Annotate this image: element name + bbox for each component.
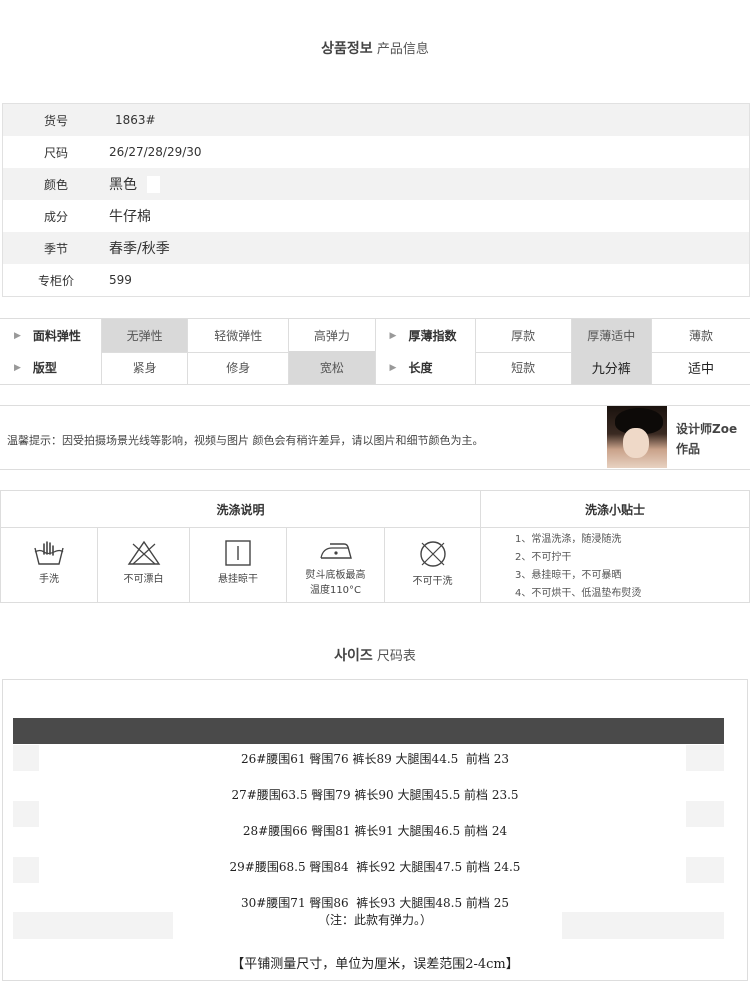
title-korean: 상품정보 [321, 41, 373, 57]
triangle-right-icon: ▶ [389, 362, 397, 373]
info-row-sku: 货号 1863# [3, 104, 749, 136]
color-swatch [147, 175, 160, 193]
info-value: 26/27/28/29/30 [109, 145, 202, 159]
size-footer: 【平铺测量尺寸，单位为厘米，误差范围2-4cm】 [231, 957, 519, 972]
washing-tips-list: 1、常温洗涤，随浸随洗 2、不可拧干 3、悬挂晾干，不可暴晒 4、不可烘干、低温… [515, 531, 641, 603]
tip-item: 3、悬挂晾干，不可暴晒 [515, 570, 622, 581]
washing-tips-title: 洗涤小贴士 [481, 491, 749, 528]
info-row-material: 成分 牛仔棉 [3, 200, 749, 232]
wash-label: 手洗 [39, 574, 59, 585]
designer-name: 设计师Zoe [676, 422, 738, 436]
info-label: 尺码 [43, 145, 68, 160]
size-chart-header-bar [13, 718, 724, 744]
size-chart-title: 사이즈 尺码表 [0, 645, 750, 665]
title-chinese: 产品信息 [376, 42, 429, 57]
info-label: 季节 [43, 241, 68, 256]
designer-avatar [607, 406, 667, 468]
attr-option-medium-thickness: 厚薄适中 [571, 319, 652, 352]
wash-cell-hang-dry: 悬挂晾干 [190, 528, 287, 603]
washing-instructions: 洗涤说明 洗涤小贴士 手洗 不可漂白 悬挂晾干 熨斗底板最高 温度110°C 不… [0, 490, 750, 603]
attr-option-slim: 修身 [188, 351, 290, 384]
info-label: 货号 [43, 113, 68, 128]
attr-option-thick: 厚款 [476, 319, 572, 352]
attr-header-fit: ▶ 版型 [0, 351, 103, 384]
attr-header-thickness: ▶ 厚薄指数 [375, 319, 476, 352]
size-note: （注：此款有弹力。） [317, 913, 432, 927]
info-label: 专柜价 [37, 273, 74, 288]
product-info-title: 상품정보 产品信息 [0, 38, 750, 58]
size-row-28: 28#腰围66 臀围81 裤长91 大腿围46.5 前档 24 [242, 824, 508, 838]
hand-wash-icon [34, 541, 64, 565]
info-label: 成分 [43, 209, 68, 224]
attr-option-skinny: 紧身 [102, 351, 189, 384]
designer-works: 作品 [676, 442, 701, 456]
info-value: 1863# [115, 113, 156, 127]
no-bleach-icon [127, 540, 160, 565]
size-title-chinese: 尺码表 [376, 649, 416, 664]
size-row-29: 29#腰围68.5 臀围84 裤长92 大腿围47.5 前档 24.5 [229, 860, 521, 874]
info-row-color: 颜色 黑色 [3, 168, 749, 200]
wash-label: 熨斗底板最高 [305, 570, 366, 581]
attr-option-short: 短款 [476, 351, 572, 384]
product-info-table: 货号 1863# 尺码 26/27/28/29/30 颜色 黑色 成分 牛仔棉 … [2, 103, 750, 297]
wash-cell-hand-wash: 手洗 [1, 528, 98, 603]
size-row-30: 30#腰围71 臀围86 裤长93 大腿围48.5 前档 25 [240, 896, 509, 910]
attr-header-length: ▶ 长度 [375, 351, 476, 384]
iron-icon [319, 543, 352, 559]
info-label: 颜色 [43, 177, 68, 192]
triangle-right-icon: ▶ [14, 330, 21, 341]
tip-item: 4、不可烘干、低温垫布熨烫 [515, 588, 642, 599]
info-row-price: 专柜价 599 [3, 264, 749, 296]
info-value: 599 [109, 273, 132, 287]
attr-option-regular-length: 适中 [687, 362, 714, 377]
info-row-size: 尺码 26/27/28/29/30 [3, 136, 749, 168]
attribute-row-fit-length: ▶ 版型 紧身 修身 宽松 ▶ 长度 短款 九分裤 适中 [0, 351, 750, 385]
no-dry-clean-icon [419, 541, 446, 567]
wash-cell-iron: 熨斗底板最高 温度110°C [287, 528, 385, 603]
size-row-27: 27#腰围63.5 臀围79 裤长90 大腿围45.5 前档 23.5 [231, 788, 519, 802]
wash-label-temperature: 温度110°C [309, 585, 362, 596]
washing-title: 洗涤说明 [1, 491, 481, 528]
attr-option-slight-stretch: 轻微弹性 [188, 319, 290, 352]
attr-option-thin: 薄款 [688, 329, 713, 343]
attr-header-elasticity: ▶ 面料弹性 [0, 319, 103, 352]
notice-text: 温馨提示：因受拍摄场景光线等影响，视频与图片 颜色会有稍许差异，请以图片和细节颜… [7, 434, 484, 447]
info-value: 牛仔棉 [109, 209, 151, 225]
designer-credit: 设计师Zoe 作品 [676, 419, 737, 459]
triangle-right-icon: ▶ [14, 362, 21, 373]
size-title-korean: 사이즈 [334, 648, 373, 664]
attr-option-nine-tenths: 九分裤 [571, 351, 652, 384]
wash-cell-no-bleach: 不可漂白 [98, 528, 190, 603]
wash-label: 不可漂白 [123, 574, 164, 585]
attr-option-high-stretch: 高弹力 [289, 319, 376, 352]
wash-cell-no-dry-clean: 不可干洗 [385, 528, 481, 603]
face-shape [623, 428, 649, 458]
tip-item: 2、不可拧干 [515, 552, 572, 563]
info-value: 黑色 [109, 177, 137, 193]
size-row-26: 26#腰围61 臀围76 裤长89 大腿围44.5 前档 23 [240, 752, 509, 766]
info-value: 春季/秋季 [109, 241, 170, 257]
triangle-right-icon: ▶ [389, 330, 397, 341]
hang-dry-icon [225, 540, 251, 566]
tip-item: 1、常温洗涤，随浸随洗 [515, 534, 622, 545]
wash-label: 悬挂晾干 [218, 574, 258, 585]
wash-label: 不可干洗 [412, 576, 453, 587]
info-row-season: 季节 春季/秋季 [3, 232, 749, 264]
attribute-row-elasticity-thickness: ▶ 面料弹性 无弹性 轻微弹性 高弹力 ▶ 厚薄指数 厚款 厚薄适中 薄款 [0, 318, 750, 353]
notice-banner: 温馨提示：因受拍摄场景光线等影响，视频与图片 颜色会有稍许差异，请以图片和细节颜… [0, 405, 750, 470]
attr-option-loose: 宽松 [289, 351, 376, 384]
attr-option-no-stretch: 无弹性 [102, 319, 189, 352]
